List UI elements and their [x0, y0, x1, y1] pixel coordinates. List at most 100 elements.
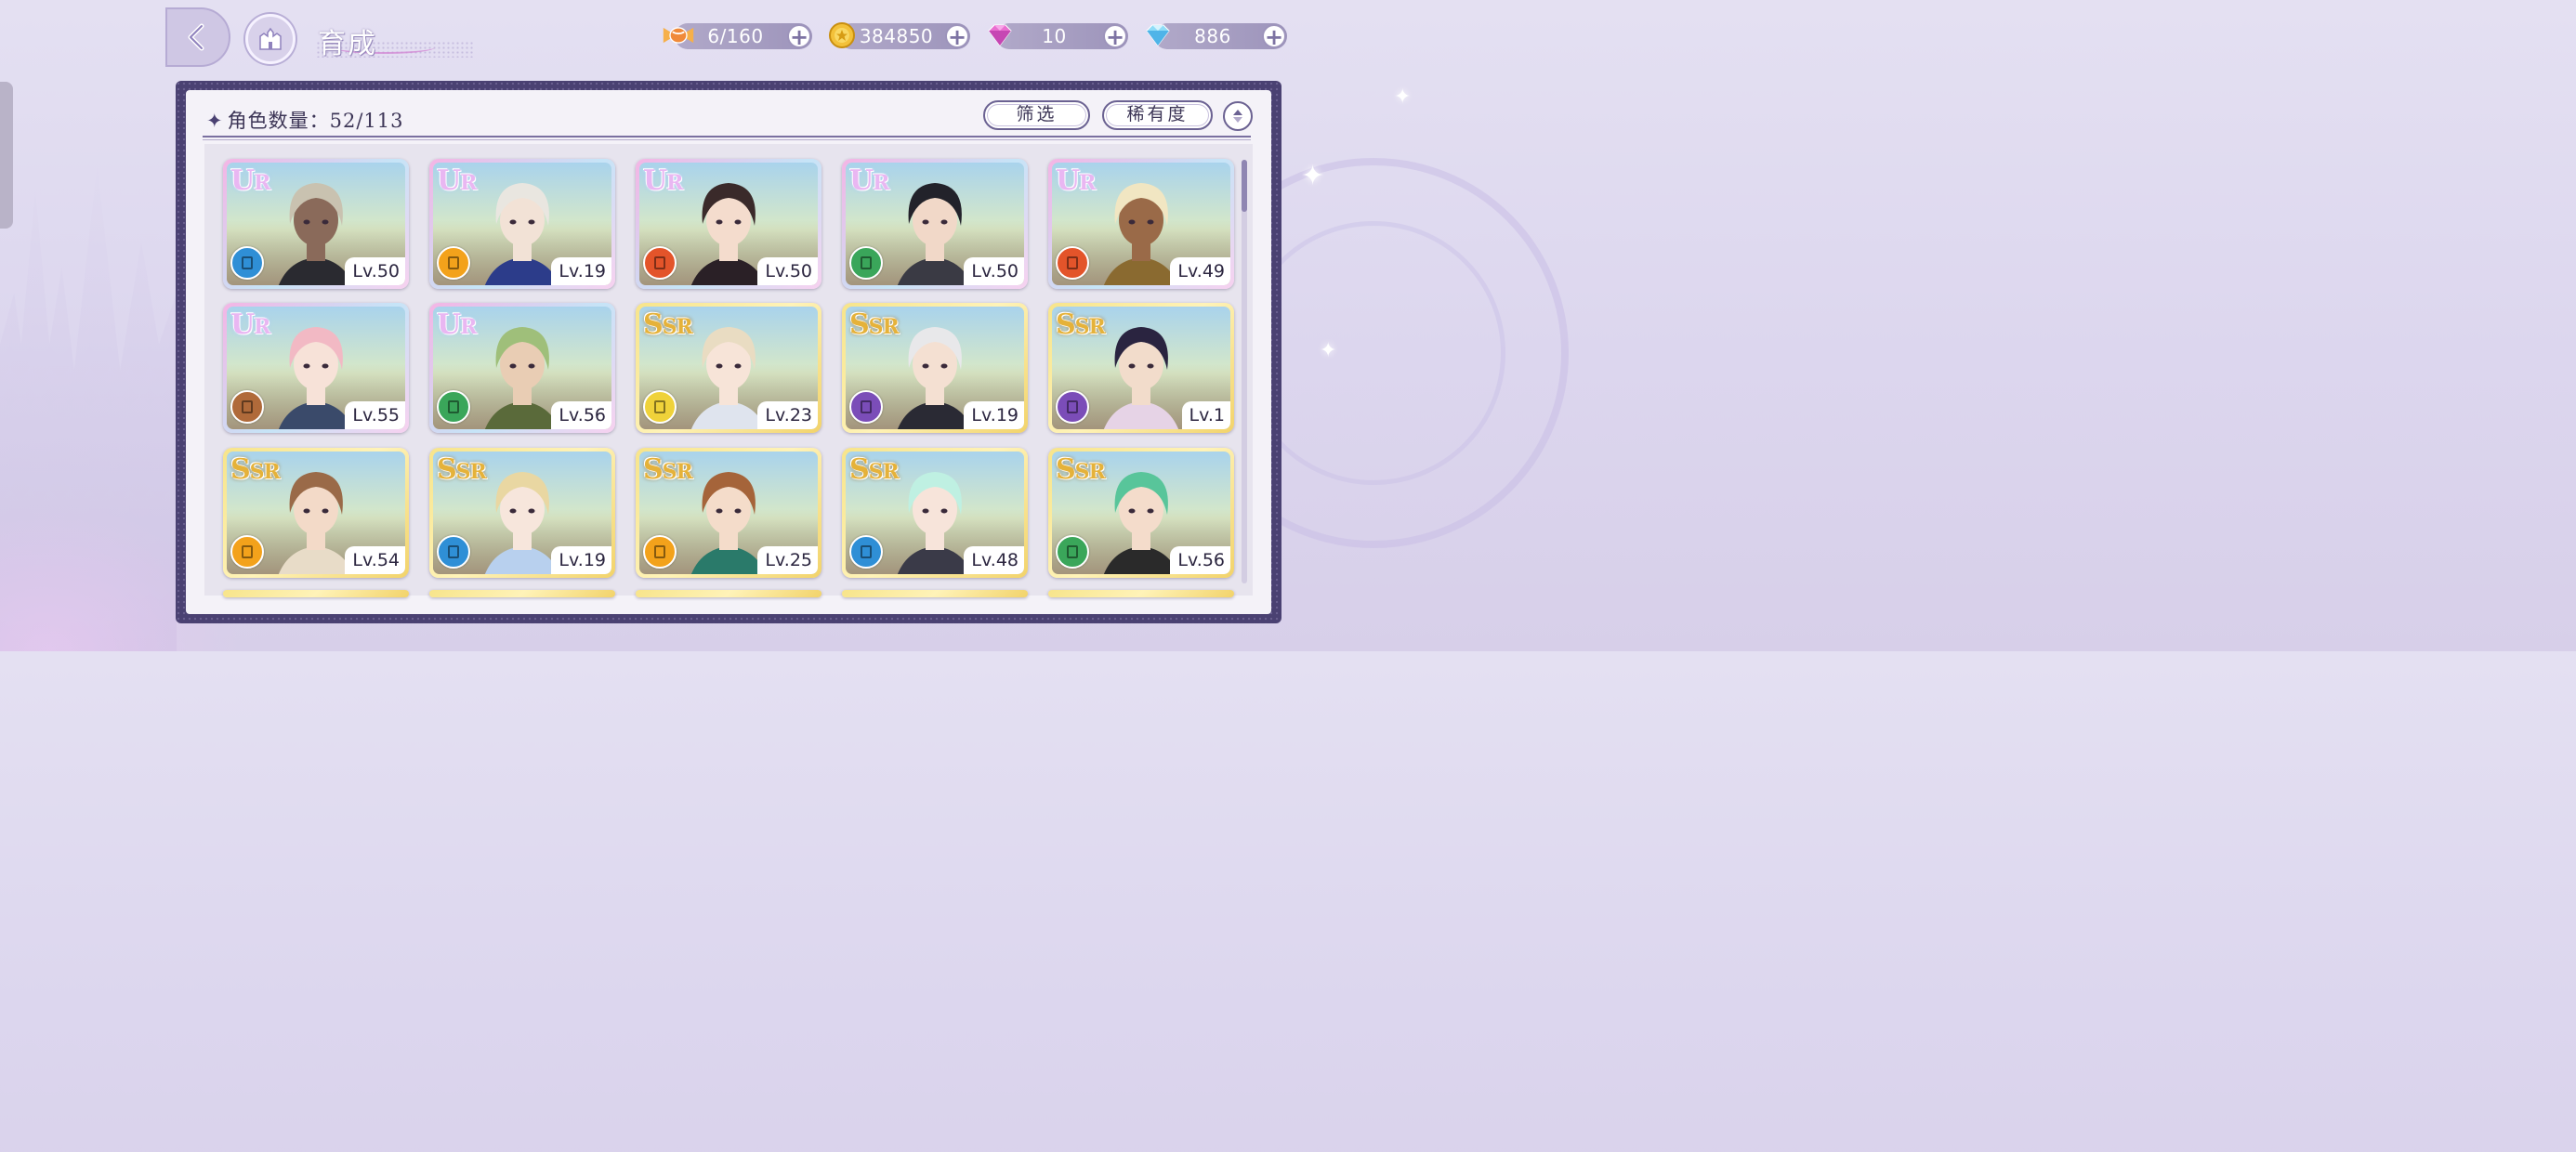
character-card-art: UR Lv.50 [227, 163, 405, 285]
page-title: 育成 [318, 28, 377, 60]
sort-arrows-icon [1233, 110, 1242, 123]
character-card[interactable]: UR Lv.49 [1048, 159, 1234, 289]
rarity-badge: SSR [230, 453, 281, 486]
rarity-badge: SSR [849, 453, 900, 486]
attribute-type-icon [643, 390, 677, 424]
resource-pink-gems: 10 + [988, 23, 1128, 49]
character-level: Lv.23 [757, 401, 818, 429]
attribute-type-icon [643, 535, 677, 569]
castle-icon [259, 27, 282, 50]
character-level: Lv.56 [551, 401, 611, 429]
character-card-art: SSR Lv.23 [639, 307, 818, 429]
attribute-type-icon [437, 535, 470, 569]
character-card[interactable]: UR Lv.19 [429, 159, 615, 289]
rarity-badge: UR [230, 308, 270, 341]
grid-scrollbar[interactable] [1242, 160, 1247, 583]
character-card[interactable]: SSR Lv.23 [636, 303, 821, 433]
back-arrow-icon [188, 23, 204, 51]
home-button[interactable] [245, 14, 296, 64]
attribute-type-icon [1056, 246, 1089, 280]
character-card-art: SSR Lv.1 [1052, 307, 1230, 429]
character-card[interactable]: SSR Lv.19 [842, 303, 1028, 433]
character-level: Lv.48 [964, 546, 1024, 574]
scrollbar-thumb[interactable] [1242, 160, 1247, 212]
character-card-art: UR Lv.19 [433, 163, 611, 285]
sparkle-icon: ✦ [1320, 339, 1337, 362]
filter-button[interactable]: 筛选 [983, 100, 1090, 130]
character-card-art: UR Lv.55 [227, 307, 405, 429]
character-card[interactable]: UR Lv.56 [429, 303, 615, 433]
character-card-art: UR Lv.56 [433, 307, 611, 429]
blue-diamond-icon [1141, 19, 1175, 52]
character-level: Lv.19 [551, 546, 611, 574]
character-level: Lv.50 [964, 257, 1024, 285]
character-card[interactable]: SSR Lv.25 [636, 448, 821, 578]
character-card-art: UR Lv.49 [1052, 163, 1230, 285]
rarity-badge: UR [643, 164, 683, 197]
rarity-badge: SSR [1056, 308, 1106, 341]
character-card[interactable]: SSR Lv.19 [429, 448, 615, 578]
attribute-type-icon [1056, 390, 1089, 424]
add-coins-button[interactable]: + [945, 24, 969, 48]
character-level: Lv.50 [345, 257, 405, 285]
resource-stamina: 6/160 + [663, 23, 812, 49]
character-card[interactable]: SSR Lv.54 [223, 448, 409, 578]
side-drawer-tab[interactable] [0, 82, 13, 229]
attribute-type-icon [849, 390, 883, 424]
character-card-art: SSR Lv.19 [433, 452, 611, 574]
rarity-badge: UR [230, 164, 270, 197]
attribute-type-icon [849, 246, 883, 280]
sort-order-toggle[interactable] [1223, 101, 1253, 131]
character-level: Lv.19 [551, 257, 611, 285]
character-level: Lv.55 [345, 401, 405, 429]
pink-diamond-icon [983, 19, 1017, 52]
attribute-type-icon [230, 535, 264, 569]
character-card-partial[interactable] [636, 590, 821, 597]
character-card-partial[interactable] [842, 590, 1028, 597]
character-card[interactable]: SSR Lv.56 [1048, 448, 1234, 578]
attribute-type-icon [230, 246, 264, 280]
attribute-type-icon [230, 390, 264, 424]
resource-coins: 384850 + [829, 22, 970, 49]
character-count-text: 角色数量：52/113 [227, 110, 404, 132]
character-card-art: SSR Lv.25 [639, 452, 818, 574]
character-card[interactable]: UR Lv.50 [636, 159, 821, 289]
star-icon: ✦ [206, 110, 224, 132]
character-card-art: SSR Lv.19 [846, 307, 1024, 429]
rarity-badge: SSR [1056, 453, 1106, 486]
character-card[interactable]: UR Lv.50 [223, 159, 409, 289]
attribute-type-icon [437, 390, 470, 424]
add-stamina-button[interactable]: + [787, 24, 811, 48]
attribute-type-icon [643, 246, 677, 280]
character-card-partial[interactable] [429, 590, 615, 597]
character-level: Lv.56 [1170, 546, 1230, 574]
character-level: Lv.1 [1181, 401, 1230, 429]
character-card[interactable]: SSR Lv.1 [1048, 303, 1234, 433]
header-divider [203, 136, 1251, 140]
attribute-type-icon [1056, 535, 1089, 569]
add-pink-gems-button[interactable]: + [1103, 24, 1127, 48]
rarity-badge: UR [1056, 164, 1096, 197]
sparkle-icon: ✦ [1301, 160, 1325, 192]
back-button[interactable] [165, 7, 230, 67]
resource-blue-gems: 886 + [1146, 23, 1287, 49]
character-card-art: SSR Lv.56 [1052, 452, 1230, 574]
character-card[interactable]: UR Lv.50 [842, 159, 1028, 289]
add-blue-gems-button[interactable]: + [1262, 24, 1286, 48]
sort-rarity-button[interactable]: 稀有度 [1102, 100, 1213, 130]
attribute-type-icon [437, 246, 470, 280]
coin-icon [825, 19, 859, 52]
attribute-type-icon [849, 535, 883, 569]
rarity-badge: SSR [643, 453, 693, 486]
character-card-partial[interactable] [1048, 590, 1234, 597]
candy-icon [662, 19, 695, 52]
character-level: Lv.50 [757, 257, 818, 285]
rarity-badge: UR [437, 308, 477, 341]
rarity-badge: SSR [437, 453, 487, 486]
character-card-partial[interactable] [223, 590, 409, 597]
character-card-art: SSR Lv.48 [846, 452, 1024, 574]
rarity-badge: UR [437, 164, 477, 197]
character-card[interactable]: SSR Lv.48 [842, 448, 1028, 578]
character-level: Lv.25 [757, 546, 818, 574]
character-card[interactable]: UR Lv.55 [223, 303, 409, 433]
